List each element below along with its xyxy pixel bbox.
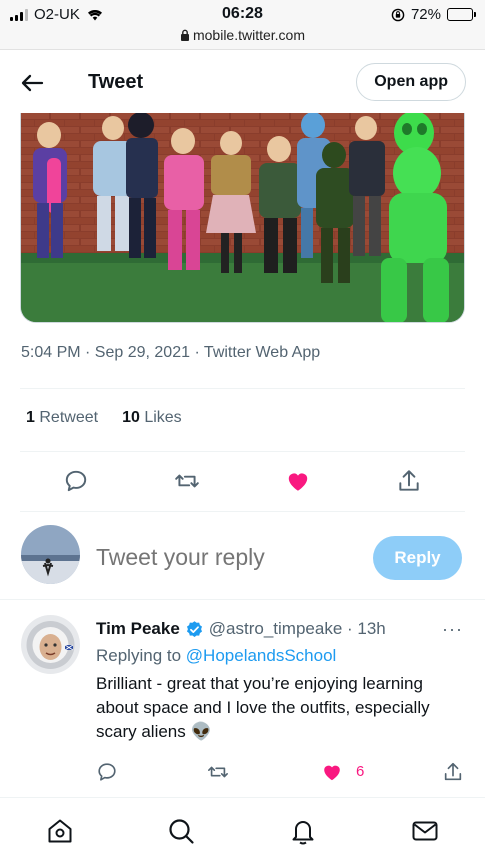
author-name[interactable]: Tim Peake: [96, 619, 180, 639]
more-options-icon[interactable]: ···: [442, 619, 463, 640]
replying-to: Replying to @HopelandsSchool: [96, 646, 336, 666]
retweets-label: Retweet: [39, 409, 99, 426]
retweets-stat[interactable]: 1 Retweet: [26, 409, 98, 427]
reply-icon[interactable]: [96, 761, 118, 783]
tweet-timestamp[interactable]: 5:04 PM · Sep 29, 2021 · Twitter Web App: [21, 344, 320, 362]
share-icon[interactable]: [396, 468, 422, 494]
lock-icon: [180, 29, 189, 41]
replying-to-link[interactable]: @HopelandsSchool: [186, 646, 337, 665]
my-avatar: [21, 525, 80, 584]
costume-photo-image: [21, 113, 464, 322]
url-bar[interactable]: mobile.twitter.com: [0, 27, 485, 43]
retweets-count: 1: [26, 409, 35, 426]
like-count: 6: [356, 763, 365, 780]
retweet-icon[interactable]: [174, 468, 200, 494]
likes-label: Likes: [144, 409, 182, 426]
divider: [20, 451, 465, 452]
verified-badge-icon: [186, 620, 202, 637]
retweet-icon[interactable]: [207, 761, 229, 783]
notifications-bell-icon[interactable]: [288, 816, 318, 846]
tweet-actions: [20, 463, 465, 499]
like-icon[interactable]: [285, 468, 311, 494]
battery-icon: [447, 8, 476, 21]
page-title: Tweet: [88, 71, 144, 93]
likes-stat[interactable]: 10 Likes: [122, 409, 182, 427]
reply-button[interactable]: Reply: [373, 536, 462, 580]
orientation-lock-icon: [391, 8, 405, 21]
like-icon[interactable]: [321, 761, 343, 783]
tweet-body: Brilliant - great that you’re enjoying l…: [96, 674, 430, 741]
reply-composer: Reply: [0, 512, 485, 600]
tweet-author: Tim Peake @astro_timpeake · 13h: [96, 619, 386, 639]
reply-tweet-actions: 6: [96, 759, 466, 787]
share-icon[interactable]: [442, 761, 464, 783]
back-arrow-icon[interactable]: [18, 69, 46, 97]
status-bar: O2-UK 06:28 mobile.twitter.com 72%: [0, 0, 485, 50]
divider: [20, 388, 465, 389]
tim-peake-avatar[interactable]: [21, 615, 80, 674]
likes-count: 10: [122, 409, 140, 426]
replying-prefix: Replying to: [96, 646, 182, 665]
open-app-button[interactable]: Open app: [356, 63, 466, 101]
url-text: mobile.twitter.com: [192, 27, 306, 43]
home-icon[interactable]: [45, 816, 75, 846]
search-icon[interactable]: [166, 816, 196, 846]
reply-input[interactable]: [96, 544, 346, 571]
status-right: 72%: [391, 6, 476, 23]
reply-icon[interactable]: [63, 468, 89, 494]
messages-envelope-icon[interactable]: [410, 816, 440, 846]
bottom-nav: [0, 797, 485, 863]
reply-tweet[interactable]: Tim Peake @astro_timpeake · 13h ··· Repl…: [0, 601, 485, 797]
engagement-counts: 1 Retweet 10 Likes: [26, 409, 182, 427]
battery-percent: 72%: [410, 6, 441, 23]
tweet-photo[interactable]: [20, 113, 465, 323]
tweet-header: Tweet Open app: [0, 51, 485, 113]
author-handle: @astro_timpeake · 13h: [208, 619, 386, 638]
